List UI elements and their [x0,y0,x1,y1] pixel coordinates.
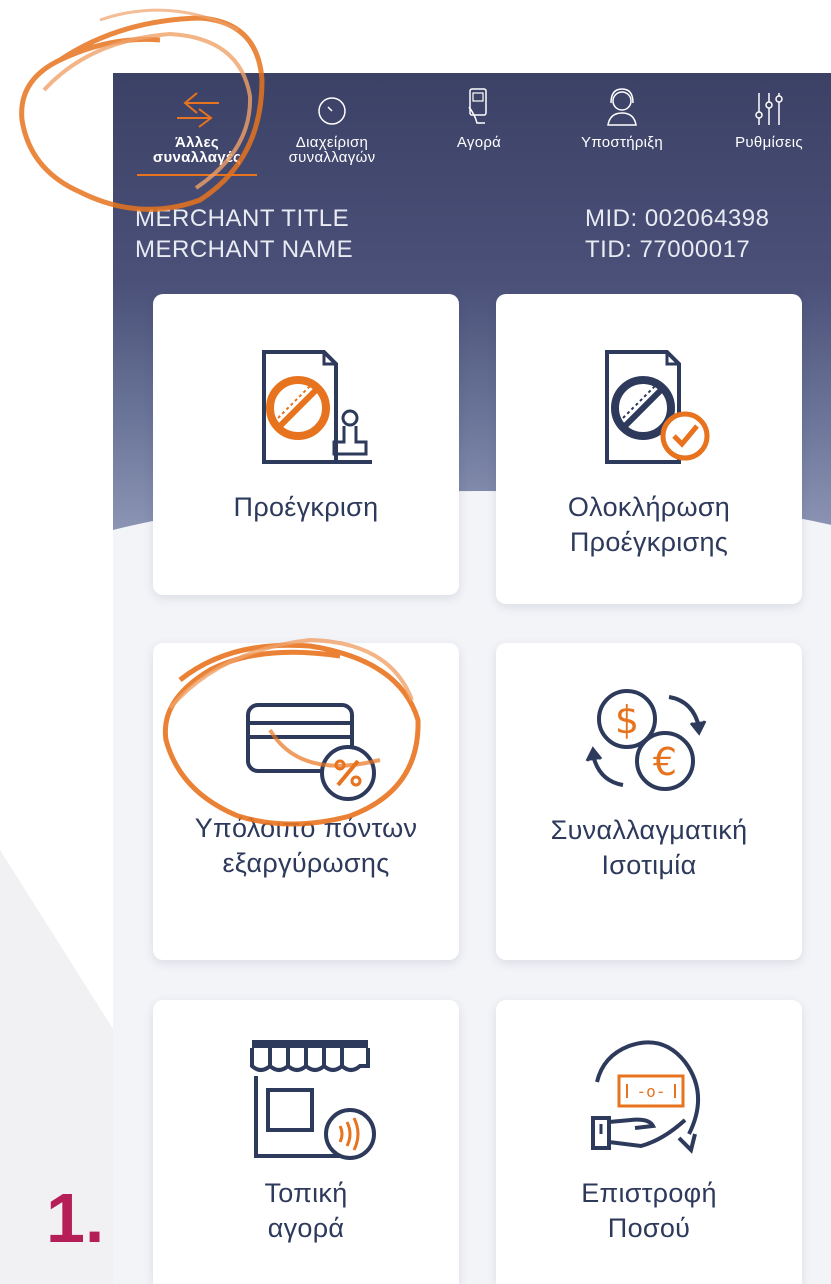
arrows-exchange-icon [177,92,219,128]
merchant-info-left: MERCHANT TITLE MERCHANT NAME [135,203,353,265]
card-label: Υπόλοιπο πόντων εξαργύρωσης [194,813,418,878]
card-preauthorization[interactable]: Προέγκριση [153,294,459,595]
card-redemption-points-balance[interactable]: Υπόλοιπο πόντων εξαργύρωσης [153,643,459,960]
merchant-name: MERCHANT NAME [135,236,354,263]
svg-text:-o-: -o- [637,1082,666,1101]
card-label: Τοπική αγορά [264,1178,348,1243]
tab-label-line2: συναλλαγές [152,149,242,166]
merchant-tid: TID: 77000017 [585,236,751,263]
merchant-info-right: MID: 002064398 TID: 77000017 [585,203,769,265]
clock-icon [318,97,346,125]
card-complete-preauthorization[interactable]: Ολοκλήρωση Προέγκρισης [496,294,802,604]
card-percent-icon [246,703,376,801]
pos-app-screen: Άλλες συναλλαγές Διαχείριση συναλλαγών Α… [113,73,831,1284]
card-local-purchase[interactable]: Τοπική αγορά [153,1000,459,1284]
document-stamp-icon [262,350,372,464]
headset-support-icon [607,88,637,126]
card-label: Συναλλαγματική Ισοτιμία [550,815,748,880]
tab-transaction-management[interactable]: Διαχείριση συναλλαγών [269,85,395,165]
svg-text:€: € [653,740,677,784]
tab-label-line2: συναλλαγών [288,149,376,166]
card-label: Προέγκριση [233,492,379,522]
hand-money-refund-icon: -o- [591,1040,701,1154]
card-exchange-rate[interactable]: $ € Συναλλαγματική Ισοτιμία [496,643,802,960]
merchant-title: MERCHANT TITLE [135,205,350,232]
merchant-mid: MID: 002064398 [585,205,770,232]
card-label: Επιστροφή Ποσού [581,1178,717,1243]
tab-support[interactable]: Υποστήριξη [559,85,685,150]
svg-text:$: $ [615,698,639,742]
tab-label-line1: Διαχείριση [295,134,369,151]
card-hand-icon [468,88,487,124]
top-navigation: Άλλες συναλλαγές Διαχείριση συναλλαγών Α… [113,73,831,183]
tab-label-line1: Ρυθμίσεις [735,134,803,151]
tab-label-line1: Αγορά [456,134,502,151]
document-check-icon [605,350,710,464]
sliders-icon [755,93,783,125]
card-label: Ολοκλήρωση Προέγκρισης [567,492,731,557]
tab-label-line1: Άλλες [175,134,219,151]
card-amount-refund[interactable]: -o- Επιστροφή Ποσού [496,1000,802,1284]
currency-exchange-icon: $ € [585,689,707,791]
step-number: 1. [46,1179,105,1257]
tab-other-transactions[interactable]: Άλλες συναλλαγές [137,85,257,176]
tab-label-line1: Υποστήριξη [581,134,663,151]
tab-purchase[interactable]: Αγορά [441,85,517,150]
tab-settings[interactable]: Ρυθμίσεις [713,85,825,150]
shop-contactless-icon [250,1040,376,1160]
